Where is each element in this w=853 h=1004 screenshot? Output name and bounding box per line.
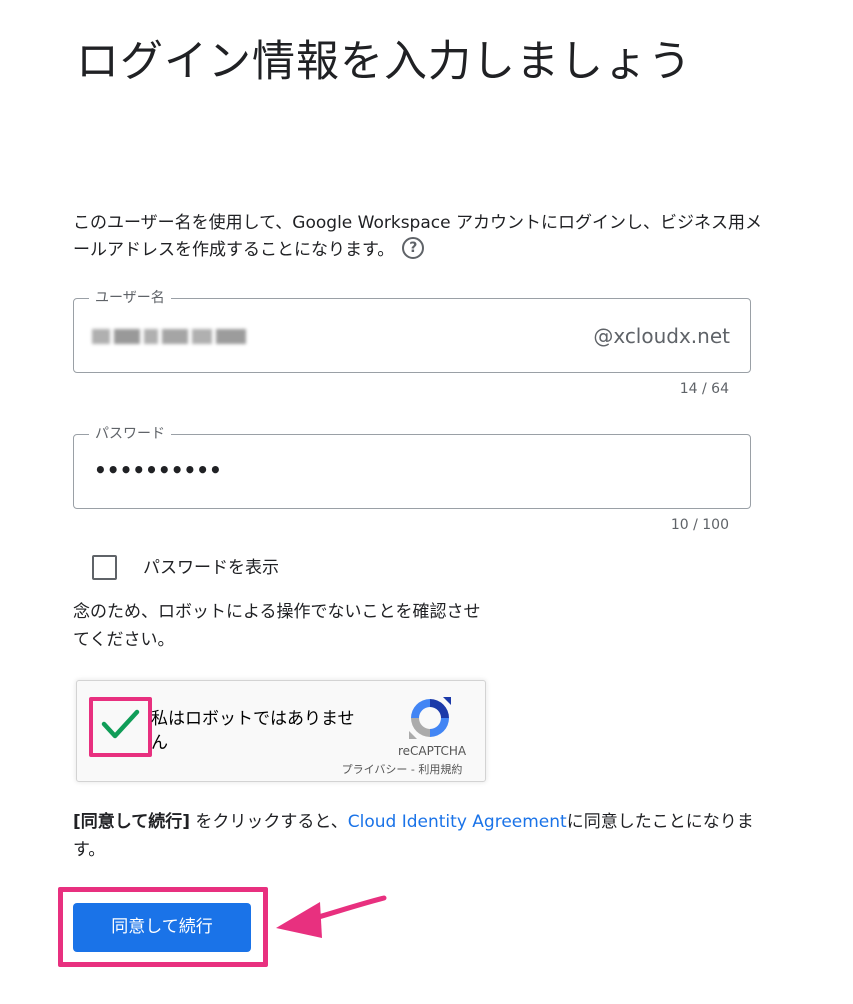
agree-continue-button[interactable]: 同意して続行 [73, 903, 251, 952]
description: このユーザー名を使用して、Google Workspace アカウントにログイン… [73, 210, 763, 264]
password-field[interactable]: パスワード •••••••••• [73, 425, 751, 509]
password-value-masked: •••••••••• [94, 458, 222, 482]
recaptcha-widget: 私はロボットではありません reCAPTCHA プライバシー - 利用規約 [76, 680, 486, 782]
password-label: パスワード [89, 425, 171, 443]
username-char-counter: 14 / 64 [679, 381, 729, 397]
agreement-middle: をクリックすると、 [190, 812, 348, 832]
username-value-redacted [92, 323, 247, 349]
recaptcha-label: 私はロボットではありません [151, 709, 355, 753]
username-field[interactable]: ユーザー名 @xcloudx.net [73, 289, 751, 373]
show-password-label: パスワードを表示 [143, 557, 279, 578]
password-char-counter: 10 / 100 [670, 517, 729, 533]
recaptcha-brand: reCAPTCHA [397, 744, 467, 758]
page-title: ログイン情報を入力しましょう [76, 37, 692, 87]
recaptcha-logo-icon [409, 697, 451, 739]
show-password-toggle[interactable]: パスワードを表示 [92, 555, 279, 580]
username-label: ユーザー名 [89, 289, 171, 307]
login-setup-page: ログイン情報を入力しましょう このユーザー名を使用して、Google Works… [0, 0, 853, 1004]
domain-suffix: @xcloudx.net [593, 324, 730, 348]
pointer-arrow-icon [276, 895, 387, 938]
robot-check-note: 念のため、ロボットによる操作でないことを確認させてください。 [73, 602, 481, 650]
checkmark-icon[interactable] [99, 703, 141, 745]
show-password-checkbox[interactable] [92, 555, 117, 580]
recaptcha-privacy-terms-links[interactable]: プライバシー - 利用規約 [317, 763, 487, 777]
cloud-identity-agreement-link[interactable]: Cloud Identity Agreement [348, 812, 567, 832]
agreement-text: [同意して続行] をクリックすると、Cloud Identity Agreeme… [73, 808, 763, 864]
agreement-prefix: [同意して続行] [73, 812, 191, 832]
help-circle-icon[interactable]: ? [402, 237, 425, 259]
